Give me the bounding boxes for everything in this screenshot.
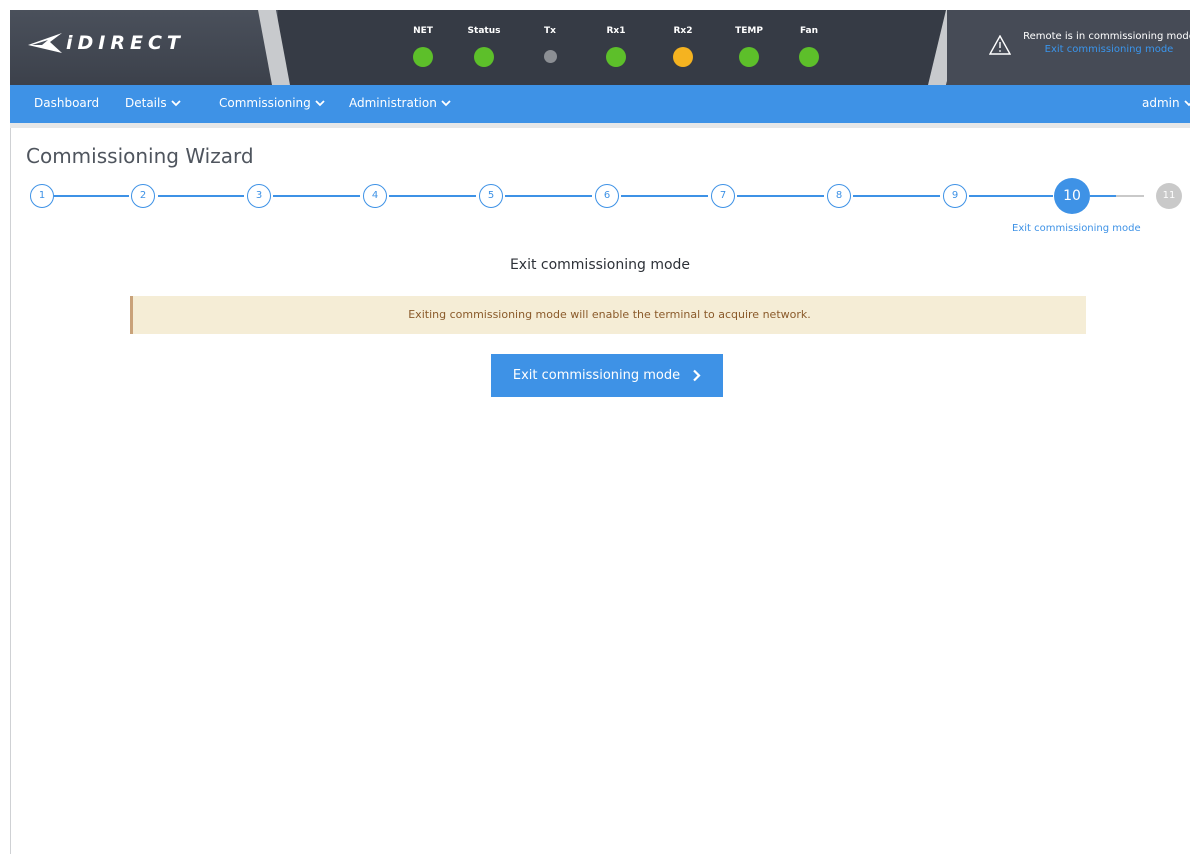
step-connector	[389, 195, 476, 197]
step-connector	[1090, 195, 1116, 197]
status-dot-rx2	[673, 47, 693, 67]
chevron-down-icon	[441, 100, 451, 107]
nav-details[interactable]: Details	[125, 85, 181, 123]
step-connector	[273, 195, 360, 197]
nav-dashboard[interactable]: Dashboard	[34, 85, 99, 123]
chevron-down-icon	[1183, 100, 1190, 107]
remote-mode-text: Remote is in commissioning mode Exit com…	[1019, 30, 1190, 56]
nav-details-label: Details	[125, 96, 167, 110]
wizard-step-11-disabled: 11	[1156, 183, 1182, 209]
status-label-rx2: Rx2	[673, 26, 693, 36]
status-net[interactable]: NET	[403, 25, 443, 67]
exit-commissioning-button[interactable]: Exit commissioning mode	[491, 354, 723, 397]
step-connector-disabled	[1116, 195, 1144, 197]
nav-commissioning-label: Commissioning	[219, 96, 311, 110]
status-rx2[interactable]: Rx2	[663, 25, 703, 67]
header-exit-commissioning-link[interactable]: Exit commissioning mode	[1019, 43, 1190, 56]
status-dot-fan	[799, 47, 819, 67]
chevron-down-icon	[315, 100, 325, 107]
status-status[interactable]: Status	[464, 25, 504, 67]
status-temp[interactable]: TEMP	[729, 25, 769, 67]
wizard-step-4[interactable]: 4	[363, 184, 387, 208]
status-label-rx1: Rx1	[606, 26, 626, 36]
app-frame: iDIRECT NET Status Tx Rx1 Rx2 TEMP Fan R…	[10, 10, 1190, 854]
nav-administration[interactable]: Administration	[349, 85, 451, 123]
step-connector	[54, 195, 129, 197]
wizard-step-2[interactable]: 2	[131, 184, 155, 208]
chevron-down-icon	[170, 100, 181, 107]
wizard-step-6[interactable]: 6	[595, 184, 619, 208]
status-dot-rx1	[606, 47, 626, 67]
chevron-right-icon	[693, 369, 701, 382]
status-label-status: Status	[467, 26, 501, 36]
warning-icon	[989, 35, 1011, 55]
step-connector	[853, 195, 940, 197]
main-nav: Dashboard Details Commissioning Administ…	[10, 85, 1190, 123]
nav-sub-border	[10, 123, 1190, 128]
nav-user-menu[interactable]: admin	[1142, 85, 1190, 123]
alert-message: Exiting commissioning mode will enable t…	[408, 308, 811, 321]
step-connector	[158, 195, 244, 197]
wizard-step-7[interactable]: 7	[711, 184, 735, 208]
nav-commissioning[interactable]: Commissioning	[219, 85, 325, 123]
exit-button-label: Exit commissioning mode	[512, 368, 681, 383]
status-dot-net	[413, 47, 433, 67]
step-connector	[505, 195, 592, 197]
step-connector	[969, 195, 1053, 197]
status-label-tx: Tx	[544, 26, 556, 36]
status-label-fan: Fan	[799, 26, 819, 36]
nav-user-label: admin	[1142, 96, 1180, 110]
wizard-step-8[interactable]: 8	[827, 184, 851, 208]
remote-mode-message: Remote is in commissioning mode	[1023, 31, 1190, 42]
status-fan[interactable]: Fan	[789, 25, 829, 67]
step-connector	[737, 195, 824, 197]
warning-alert: Exiting commissioning mode will enable t…	[130, 296, 1086, 334]
wizard-step-1[interactable]: 1	[30, 184, 54, 208]
status-dot-tx	[543, 50, 557, 63]
wizard-step-3[interactable]: 3	[247, 184, 271, 208]
status-label-temp: TEMP	[735, 26, 763, 36]
status-dot-status	[474, 47, 494, 67]
content-left-border	[10, 128, 11, 854]
page-title: Commissioning Wizard	[26, 144, 254, 168]
wizard-step-5[interactable]: 5	[479, 184, 503, 208]
status-label-net: NET	[413, 26, 433, 36]
remote-status-area: Remote is in commissioning mode Exit com…	[947, 10, 1190, 85]
section-heading: Exit commissioning mode	[509, 257, 691, 273]
wizard-step-9[interactable]: 9	[943, 184, 967, 208]
status-dot-temp	[739, 47, 759, 67]
status-tx[interactable]: Tx	[530, 25, 570, 63]
nav-dashboard-label: Dashboard	[34, 96, 100, 110]
active-step-caption: Exit commissioning mode	[1012, 223, 1141, 234]
top-header: iDIRECT NET Status Tx Rx1 Rx2 TEMP Fan R…	[10, 10, 1190, 85]
status-rx1[interactable]: Rx1	[596, 25, 636, 67]
step-connector	[621, 195, 708, 197]
wizard-step-10-active[interactable]: 10	[1054, 178, 1090, 214]
nav-administration-label: Administration	[349, 96, 437, 110]
